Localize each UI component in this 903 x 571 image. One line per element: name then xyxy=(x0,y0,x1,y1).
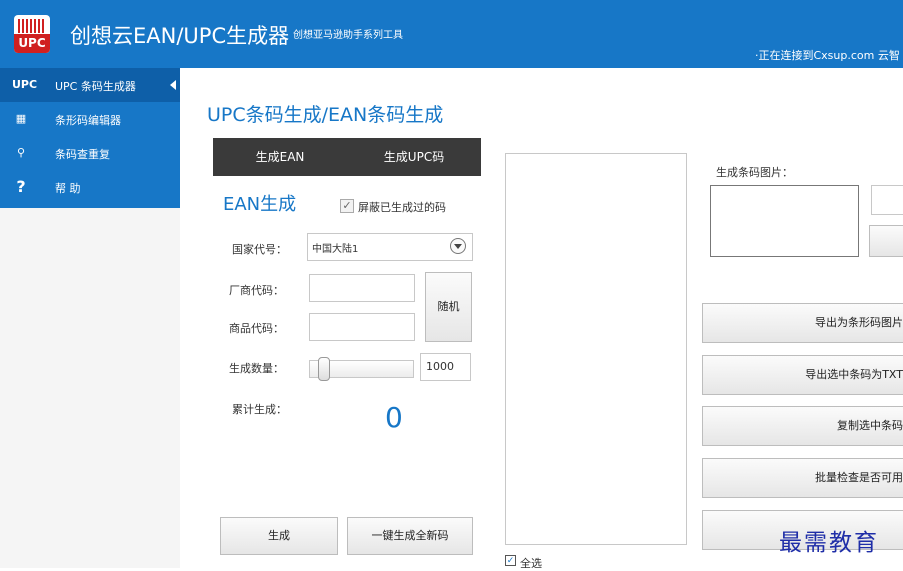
barcode-icon xyxy=(18,19,46,33)
quantity-label: 生成数量： xyxy=(229,362,284,375)
app-title: 创想云EAN/UPC生成器 xyxy=(70,24,290,48)
sidebar-item-upc-generator[interactable]: UPC UPC 条码生成器 xyxy=(0,68,180,102)
upc-logo: UPC xyxy=(14,15,50,53)
chevron-down-icon[interactable] xyxy=(450,238,466,254)
upc-icon: UPC xyxy=(12,78,38,91)
product-label: 商品代码： xyxy=(229,322,284,335)
sidebar-item-help[interactable]: ? 帮 助 xyxy=(0,170,180,204)
export-barcode-image-button[interactable]: 导出为条形码图片 xyxy=(702,303,903,343)
tab-bar: 生成EAN 生成UPC码 xyxy=(213,138,481,176)
select-all-label: 全选 xyxy=(520,557,542,570)
sidebar-item-label: 条形码编辑器 xyxy=(55,114,121,127)
shield-generated-label: 屏蔽已生成过的码 xyxy=(358,201,446,214)
connection-status: ·正在连接到Cxsup.com 云智 xyxy=(755,49,900,62)
logo-text: UPC xyxy=(14,34,50,53)
help-icon: ? xyxy=(16,177,26,196)
quantity-slider-thumb[interactable] xyxy=(318,357,330,381)
sidebar-item-label: 条码查重复 xyxy=(55,148,110,161)
sidebar-item-label: UPC 条码生成器 xyxy=(55,80,136,93)
barcode-image-label: 生成条码图片： xyxy=(716,166,793,179)
tab-generate-ean[interactable]: 生成EAN xyxy=(213,138,347,176)
image-option-button[interactable] xyxy=(869,225,903,257)
image-size-input[interactable] xyxy=(871,185,903,215)
quantity-input[interactable]: 1000 xyxy=(420,353,471,381)
shield-generated-checkbox[interactable]: ✓ xyxy=(340,199,354,213)
page-title: UPC条码生成/EAN条码生成 xyxy=(207,104,444,126)
tab-generate-upc[interactable]: 生成UPC码 xyxy=(347,138,481,176)
generate-button[interactable]: 生成 xyxy=(220,517,338,555)
qr-code-icon: ▦ xyxy=(15,112,27,125)
barcode-list[interactable] xyxy=(505,153,687,545)
sidebar-item-duplicate-check[interactable]: ⚲ 条码查重复 xyxy=(0,136,180,170)
sidebar-item-barcode-editor[interactable]: ▦ 条形码编辑器 xyxy=(0,102,180,136)
barcode-image-preview xyxy=(710,185,859,257)
product-code-input[interactable] xyxy=(309,313,415,341)
select-all-checkbox[interactable]: ✓ xyxy=(505,555,516,566)
total-label: 累计生成： xyxy=(232,403,287,416)
export-selected-txt-button[interactable]: 导出选中条码为TXT xyxy=(702,355,903,395)
copy-selected-button[interactable]: 复制选中条码 xyxy=(702,406,903,446)
batch-check-button[interactable]: 批量检查是否可用 xyxy=(702,458,903,498)
sidebar-menu: UPC UPC 条码生成器 ▦ 条形码编辑器 ⚲ 条码查重复 ? 帮 助 xyxy=(0,68,180,208)
sidebar-item-label: 帮 助 xyxy=(55,182,81,195)
watermark-text: 最需教育 xyxy=(779,530,879,556)
active-indicator-icon xyxy=(170,80,176,90)
app-subtitle: 创想亚马逊助手系列工具 xyxy=(293,30,403,41)
country-value: 中国大陆1 xyxy=(312,244,359,255)
country-label: 国家代号： xyxy=(232,243,287,256)
total-generated-value: 0 xyxy=(385,401,403,434)
random-button[interactable]: 随机 xyxy=(425,272,472,342)
section-heading: EAN生成 xyxy=(223,194,297,215)
manufacturer-label: 厂商代码： xyxy=(229,284,284,297)
manufacturer-code-input[interactable] xyxy=(309,274,415,302)
generate-all-new-button[interactable]: 一键生成全新码 xyxy=(347,517,473,555)
search-icon: ⚲ xyxy=(16,146,26,159)
